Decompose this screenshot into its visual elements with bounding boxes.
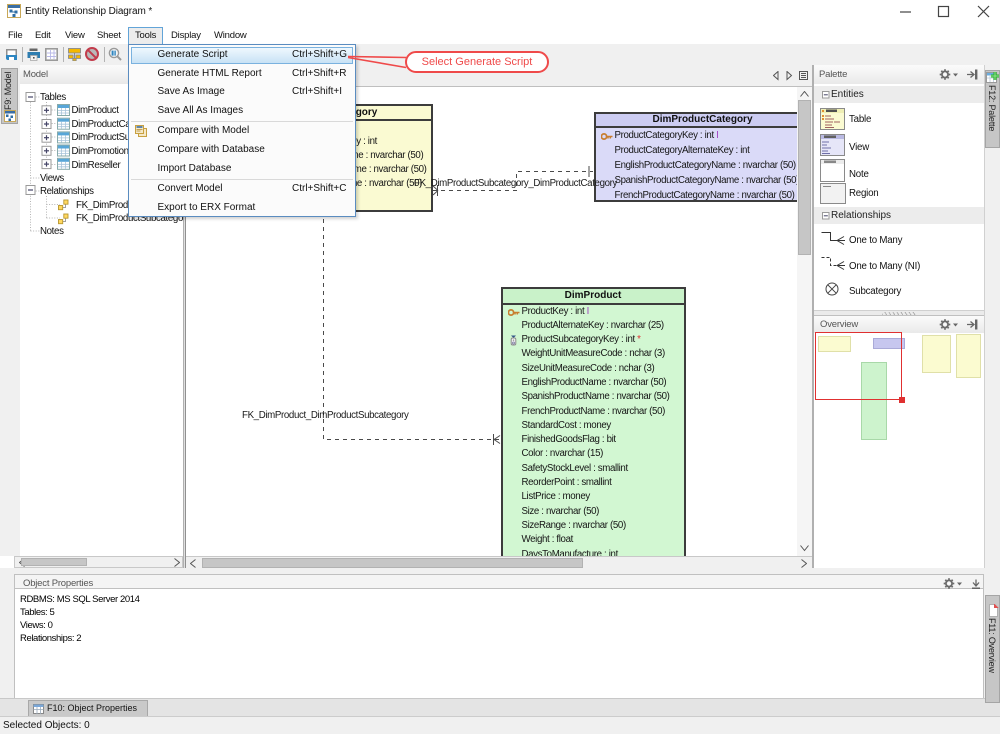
svg-text:FK_DimProduct_DimProductSubcat: FK_DimProduct_DimProductSubcategory: [242, 410, 409, 421]
svg-text:FK_DimProductSubcategory_DimPr: FK_DimProductSubcategory_DimProductCateg…: [414, 178, 618, 189]
